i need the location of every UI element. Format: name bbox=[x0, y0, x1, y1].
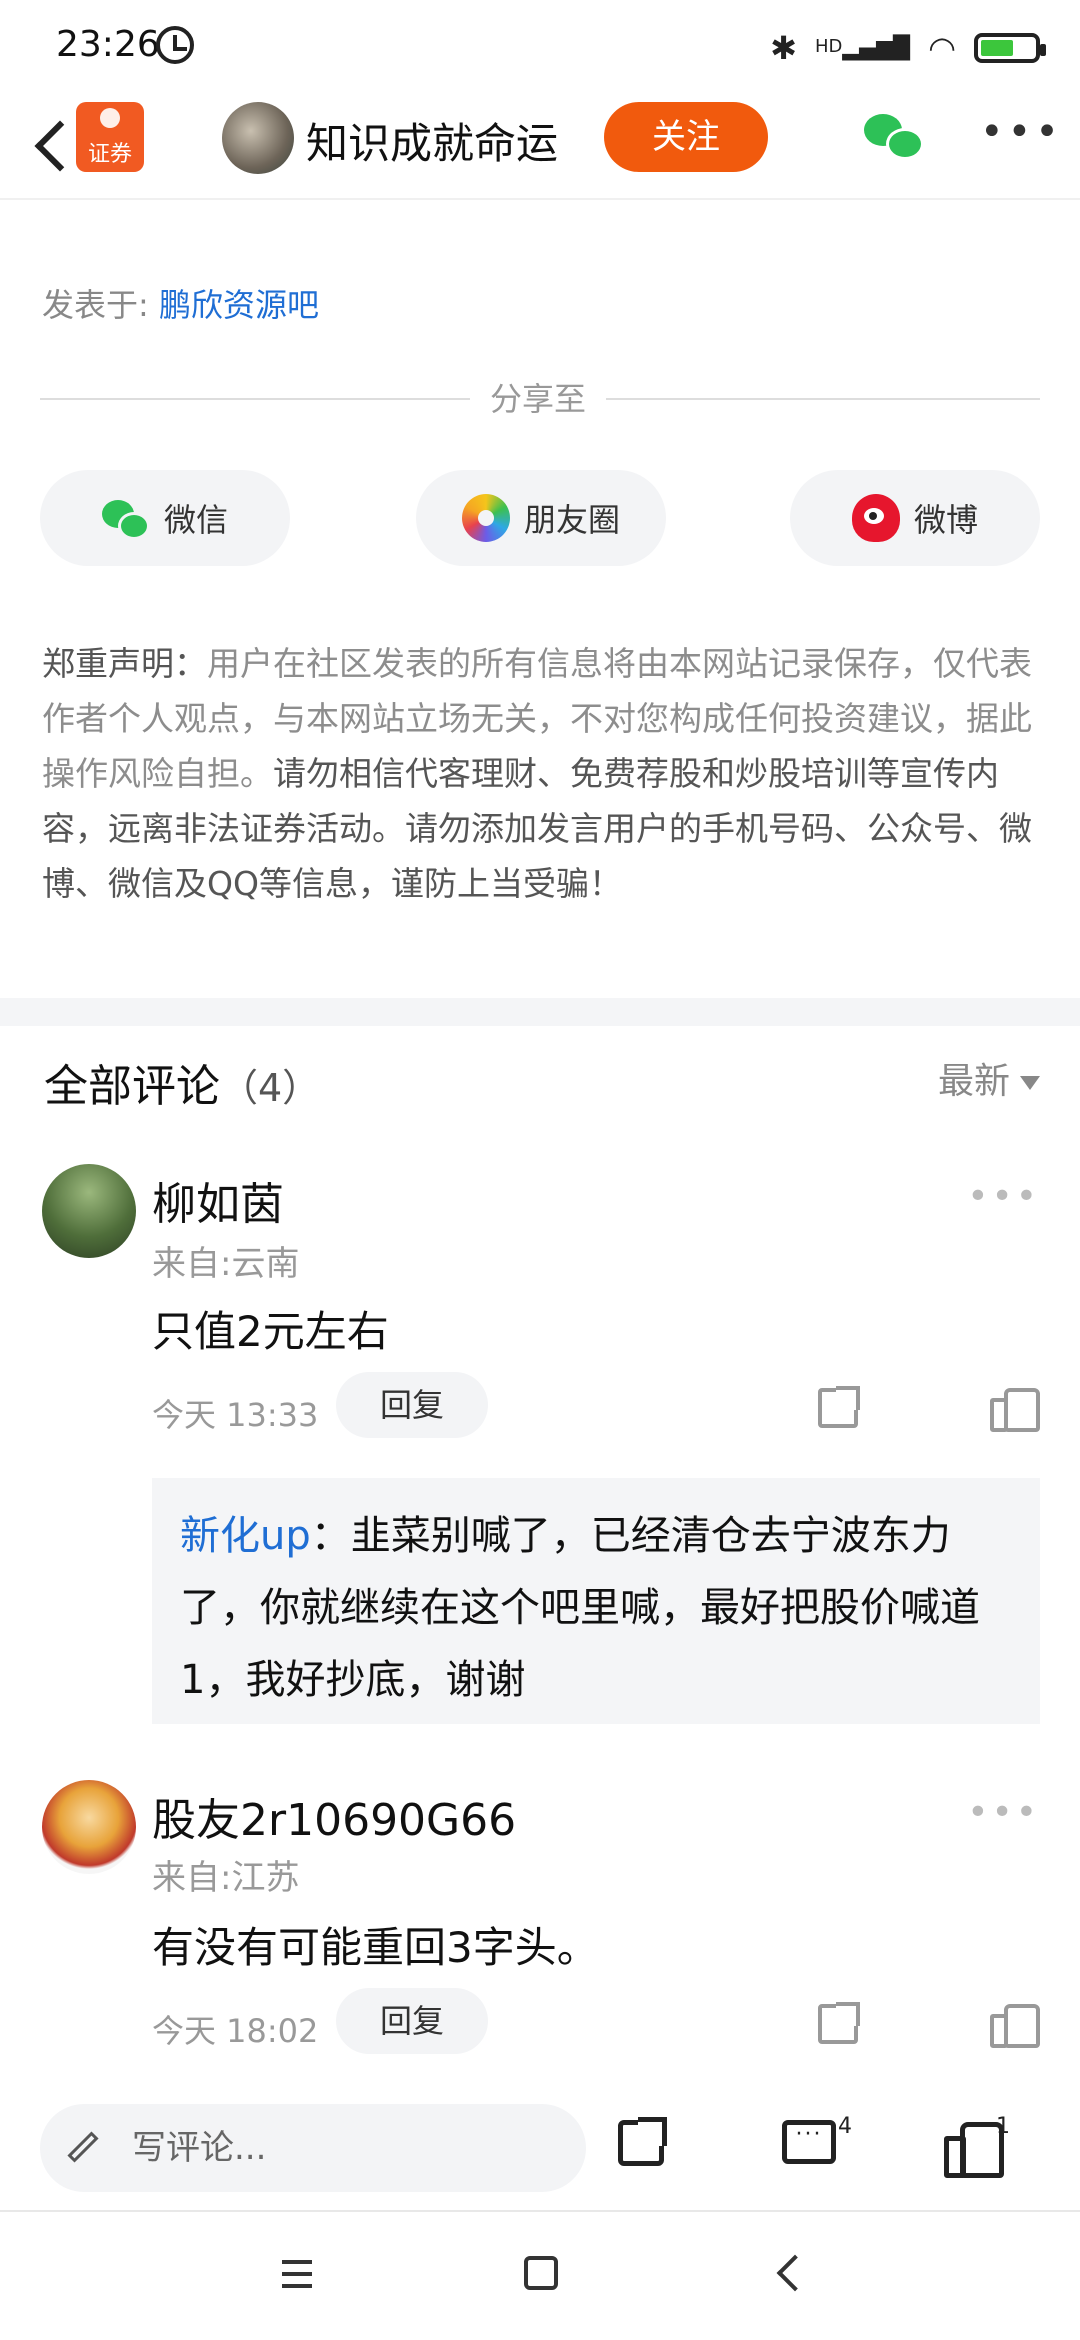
system-nav-bar bbox=[0, 2212, 1080, 2340]
sort-label: 最新 bbox=[937, 1061, 1010, 1102]
app-logo[interactable]: 证券 bbox=[76, 102, 144, 172]
like-count-badge: 1 bbox=[996, 2114, 1010, 2139]
pen-icon bbox=[67, 2131, 99, 2163]
comments-count: （4） bbox=[220, 1066, 321, 1110]
status-icons: ✱ HD▂▄▆█ ◠ bbox=[770, 26, 1046, 70]
comment-count-badge: 4 bbox=[838, 2114, 852, 2139]
comment-time: 今天 18:02 bbox=[152, 2012, 319, 2050]
share-label: 分享至 bbox=[470, 374, 607, 420]
share-icon[interactable] bbox=[818, 2002, 860, 2044]
sub-reply[interactable]: 新化up：韭菜别喊了，已经清仓去宁波东力了，你就继续在这个吧里喊，最好把股价喊道… bbox=[152, 1478, 1040, 1724]
sub-reply-author[interactable]: 新化up bbox=[180, 1513, 311, 1559]
comments-title: 全部评论（4） bbox=[44, 1050, 320, 1114]
battery-icon bbox=[974, 33, 1046, 63]
disclaimer: 郑重声明：用户在社区发表的所有信息将由本网站记录保存，仅代表作者个人观点，与本网… bbox=[42, 636, 1042, 911]
back-nav-icon[interactable] bbox=[776, 2254, 814, 2292]
commenter-location: 来自:云南 bbox=[152, 1244, 300, 1284]
signal-icon: HD▂▄▆█ bbox=[814, 35, 911, 61]
back-icon[interactable] bbox=[24, 114, 84, 174]
commenter-name[interactable]: 股友2r10690G66 bbox=[152, 1784, 516, 1848]
status-bar: 23:26 ✱ HD▂▄▆█ ◠ bbox=[0, 0, 1080, 90]
network-type-label: HD bbox=[814, 35, 843, 57]
commenter-avatar[interactable] bbox=[42, 1780, 136, 1874]
bluetooth-icon: ✱ bbox=[770, 29, 797, 67]
wifi-icon: ◠ bbox=[928, 29, 956, 67]
sort-dropdown[interactable]: 最新 bbox=[938, 1052, 1040, 1104]
posted-prefix: 发表于: bbox=[42, 286, 159, 324]
comment-icon[interactable]: ··· bbox=[782, 2120, 836, 2164]
alarm-icon bbox=[156, 26, 194, 64]
share-wechat-button[interactable]: 微信 bbox=[40, 470, 290, 566]
reply-button[interactable]: 回复 bbox=[336, 1372, 488, 1438]
commenter-name[interactable]: 柳如茵 bbox=[152, 1168, 284, 1232]
share-icon[interactable] bbox=[618, 2117, 667, 2166]
comment-more-icon[interactable]: ••• bbox=[967, 1176, 1040, 1217]
status-time: 23:26 bbox=[56, 24, 160, 65]
home-icon[interactable] bbox=[524, 2256, 558, 2290]
top-bar: 证券 知识成就命运 关注 ••• bbox=[0, 92, 1080, 200]
disclaimer-heading: 郑重声明： bbox=[42, 644, 207, 683]
posted-in: 发表于: 鹏欣资源吧 bbox=[42, 280, 319, 326]
wechat-icon[interactable] bbox=[864, 110, 926, 162]
follow-button[interactable]: 关注 bbox=[604, 102, 768, 172]
commenter-location: 来自:江苏 bbox=[152, 1858, 300, 1898]
commenter-avatar[interactable] bbox=[42, 1164, 136, 1258]
wechat-icon bbox=[101, 494, 150, 542]
share-weibo-button[interactable]: 微博 bbox=[790, 470, 1040, 566]
share-wechat-label: 微信 bbox=[163, 501, 228, 539]
share-moments-button[interactable]: 朋友圈 bbox=[416, 470, 666, 566]
write-comment-input[interactable]: 写评论... bbox=[40, 2104, 586, 2192]
like-icon[interactable] bbox=[944, 2118, 1004, 2178]
share-weibo-label: 微博 bbox=[913, 501, 978, 539]
bottom-action-bar: 写评论... ··· 4 1 bbox=[0, 2084, 1080, 2212]
comment-time: 今天 13:33 bbox=[152, 1396, 319, 1434]
author-name[interactable]: 知识成就命运 bbox=[306, 110, 558, 171]
forum-link[interactable]: 鹏欣资源吧 bbox=[159, 286, 319, 324]
comment-text: 只值2元左右 bbox=[152, 1307, 389, 1356]
like-icon[interactable] bbox=[990, 2000, 1040, 2048]
moments-icon bbox=[461, 494, 510, 542]
section-divider bbox=[0, 998, 1080, 1026]
comments-title-text: 全部评论 bbox=[44, 1061, 220, 1112]
logo-text: 证券 bbox=[87, 142, 132, 167]
share-moments-label: 朋友圈 bbox=[523, 501, 620, 539]
comment-more-icon[interactable]: ••• bbox=[967, 1792, 1040, 1833]
author-avatar[interactable] bbox=[222, 102, 294, 174]
weibo-icon bbox=[851, 494, 900, 542]
reply-button[interactable]: 回复 bbox=[336, 1988, 488, 2054]
menu-icon[interactable] bbox=[282, 2260, 312, 2288]
comment-text: 有没有可能重回3字头。 bbox=[152, 1923, 599, 1972]
more-icon[interactable]: ••• bbox=[980, 112, 1059, 152]
share-icon[interactable] bbox=[818, 1386, 860, 1428]
like-icon[interactable] bbox=[990, 1384, 1040, 1432]
write-comment-placeholder: 写评论... bbox=[132, 2128, 267, 2168]
